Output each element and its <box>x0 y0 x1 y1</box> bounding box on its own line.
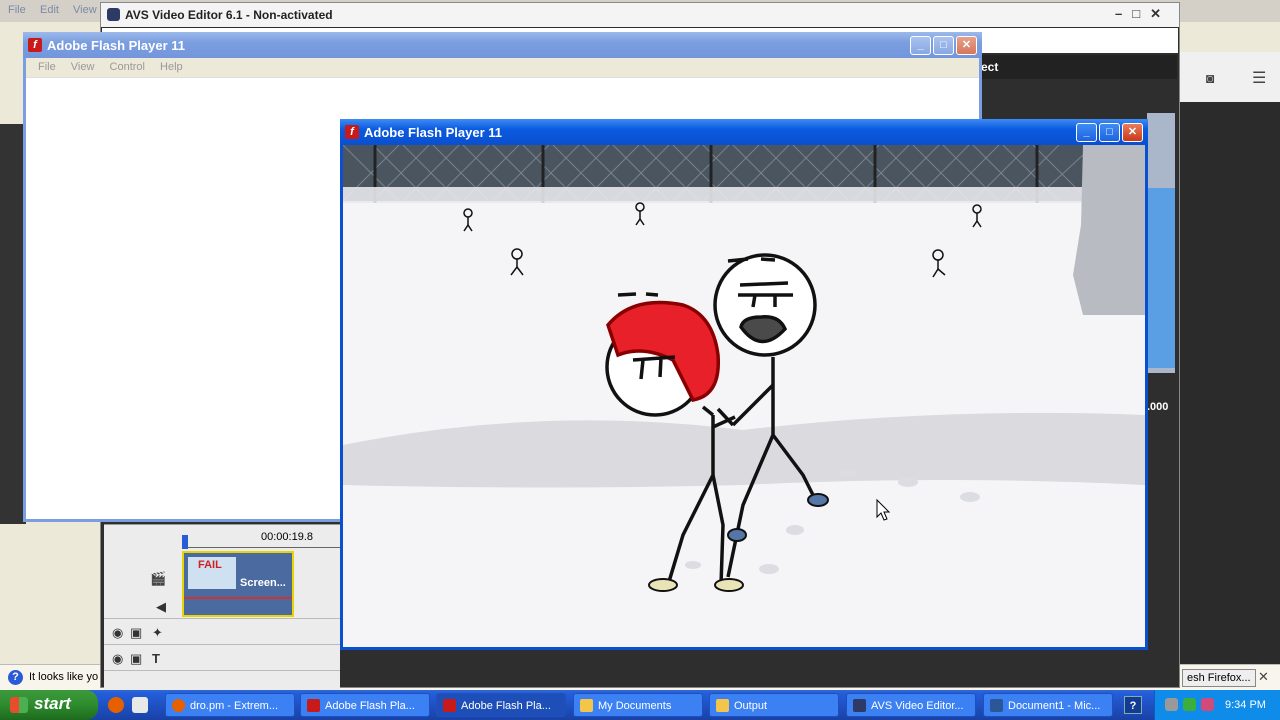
task-label: Document1 - Mic... <box>1008 700 1101 712</box>
window-controls-icon[interactable]: –□✕ <box>1115 6 1171 22</box>
lock-icon[interactable]: ▣ <box>130 625 142 641</box>
clock: 9:34 PM <box>1225 699 1266 711</box>
clip-thumb-text: FAIL <box>198 559 222 571</box>
concrete-wall <box>1073 145 1145 315</box>
start-button[interactable]: start <box>0 690 98 720</box>
tray-shield-icon[interactable] <box>1165 698 1178 711</box>
menu-edit[interactable]: Edit <box>40 4 59 16</box>
notification-text: It looks like yo <box>29 671 99 683</box>
task-flash-2[interactable]: Adobe Flash Pla... <box>436 693 566 717</box>
folder-icon <box>716 699 729 712</box>
menu-file[interactable]: File <box>8 4 26 16</box>
lock-icon[interactable]: ▣ <box>130 651 142 667</box>
visibility-eye-icon[interactable]: ◉ <box>112 625 123 641</box>
task-my-documents[interactable]: My Documents <box>573 693 703 717</box>
start-label: start <box>34 694 71 713</box>
avs-tab-bar: ect <box>981 55 1177 79</box>
task-label: Output <box>734 700 768 712</box>
video-track-icon: 🎬 <box>150 571 167 586</box>
maximize-button[interactable]: □ <box>933 36 954 55</box>
task-word[interactable]: Document1 - Mic... <box>983 693 1113 717</box>
flash2-title: Adobe Flash Player 11 <box>364 125 503 140</box>
avs-icon <box>853 699 866 712</box>
task-label: Adobe Flash Pla... <box>461 700 551 712</box>
timeline-playhead[interactable] <box>182 535 188 549</box>
timeline-timecode: 00:00:19.8 <box>261 531 313 543</box>
menu-view[interactable]: View <box>71 61 95 73</box>
text-track-icon: T <box>152 651 160 666</box>
task-output[interactable]: Output <box>709 693 839 717</box>
timeline-ruler[interactable] <box>182 545 340 548</box>
browser-toolbar-right: ◙ ☰ <box>1176 52 1280 102</box>
flash-icon: f <box>28 38 42 52</box>
flash-icon <box>307 699 320 712</box>
windows-flag-icon <box>10 697 28 713</box>
audio-track-icon[interactable]: ◀ <box>156 599 166 615</box>
avs-time-readout: .000 <box>1147 401 1169 413</box>
game-scene <box>343 145 1145 647</box>
firefox-quicklaunch-icon[interactable] <box>108 697 124 713</box>
task-label: Adobe Flash Pla... <box>325 700 415 712</box>
folder-icon <box>580 699 593 712</box>
info-icon: ? <box>8 670 23 685</box>
tray-app-icon[interactable] <box>1201 698 1214 711</box>
flash1-title: Adobe Flash Player 11 <box>47 38 186 53</box>
visibility-eye-icon[interactable]: ◉ <box>112 651 123 667</box>
word-icon <box>990 699 1003 712</box>
task-label: My Documents <box>598 700 672 712</box>
timeline-clip[interactable]: FAIL Screen... <box>182 551 294 617</box>
firefox-icon <box>172 699 185 712</box>
desktop-quicklaunch-icon[interactable] <box>132 697 148 713</box>
avs-title: AVS Video Editor 6.1 - Non-activated <box>125 8 333 22</box>
flash-icon <box>443 699 456 712</box>
hamburger-menu-icon[interactable]: ☰ <box>1252 68 1266 88</box>
menu-file[interactable]: File <box>38 61 56 73</box>
flash1-menubar: File View Control Help <box>26 58 979 78</box>
close-button[interactable]: ✕ <box>956 36 977 55</box>
refresh-firefox-button[interactable]: esh Firefox... <box>1182 669 1256 687</box>
clip-thumbnail: FAIL <box>188 557 236 589</box>
clip-audio-waveform <box>184 597 292 607</box>
clip-name: Screen... <box>240 577 286 589</box>
tray-security-icon[interactable] <box>1183 698 1196 711</box>
close-button[interactable]: ✕ <box>1122 123 1143 142</box>
flash1-titlebar[interactable]: f Adobe Flash Player 11 _ □ ✕ <box>23 32 982 58</box>
notification-close-icon[interactable]: ✕ <box>1258 669 1269 685</box>
minimize-button[interactable]: _ <box>1076 123 1097 142</box>
minimize-button[interactable]: _ <box>910 36 931 55</box>
task-avs[interactable]: AVS Video Editor... <box>846 693 976 717</box>
system-tray: 9:34 PM <box>1154 690 1280 720</box>
help-icon[interactable]: ? <box>1124 696 1142 714</box>
maximize-button[interactable]: □ <box>1099 123 1120 142</box>
avs-titlebar: AVS Video Editor 6.1 - Non-activated –□✕ <box>101 3 1179 27</box>
menu-view[interactable]: View <box>73 4 97 16</box>
effect-icon: ✦ <box>152 625 163 640</box>
chat-icon[interactable]: ◙ <box>1206 70 1214 86</box>
avs-preview-blue <box>1147 188 1175 368</box>
task-label: AVS Video Editor... <box>871 700 964 712</box>
menu-help[interactable]: Help <box>160 61 183 73</box>
background-right-panel <box>1176 52 1280 692</box>
task-flash-1[interactable]: Adobe Flash Pla... <box>300 693 430 717</box>
avs-tab-label[interactable]: ect <box>981 60 998 74</box>
avs-timeline: 00:00:19.8 🎬 ◀ ◉ ▣ ✦ ◉ ▣ T FAIL Screen..… <box>104 524 340 690</box>
task-label: dro.pm - Extrem... <box>190 700 279 712</box>
flash-player-window-2: f Adobe Flash Player 11 _ □ ✕ <box>340 119 1148 650</box>
task-firefox[interactable]: dro.pm - Extrem... <box>165 693 295 717</box>
flash-icon: f <box>345 125 359 139</box>
menu-control[interactable]: Control <box>110 61 145 73</box>
avs-app-icon <box>107 8 120 21</box>
taskbar: start dro.pm - Extrem... Adobe Flash Pla… <box>0 690 1280 720</box>
flash-game-canvas[interactable] <box>343 145 1145 647</box>
flash2-titlebar[interactable]: f Adobe Flash Player 11 _ □ ✕ <box>340 119 1148 145</box>
